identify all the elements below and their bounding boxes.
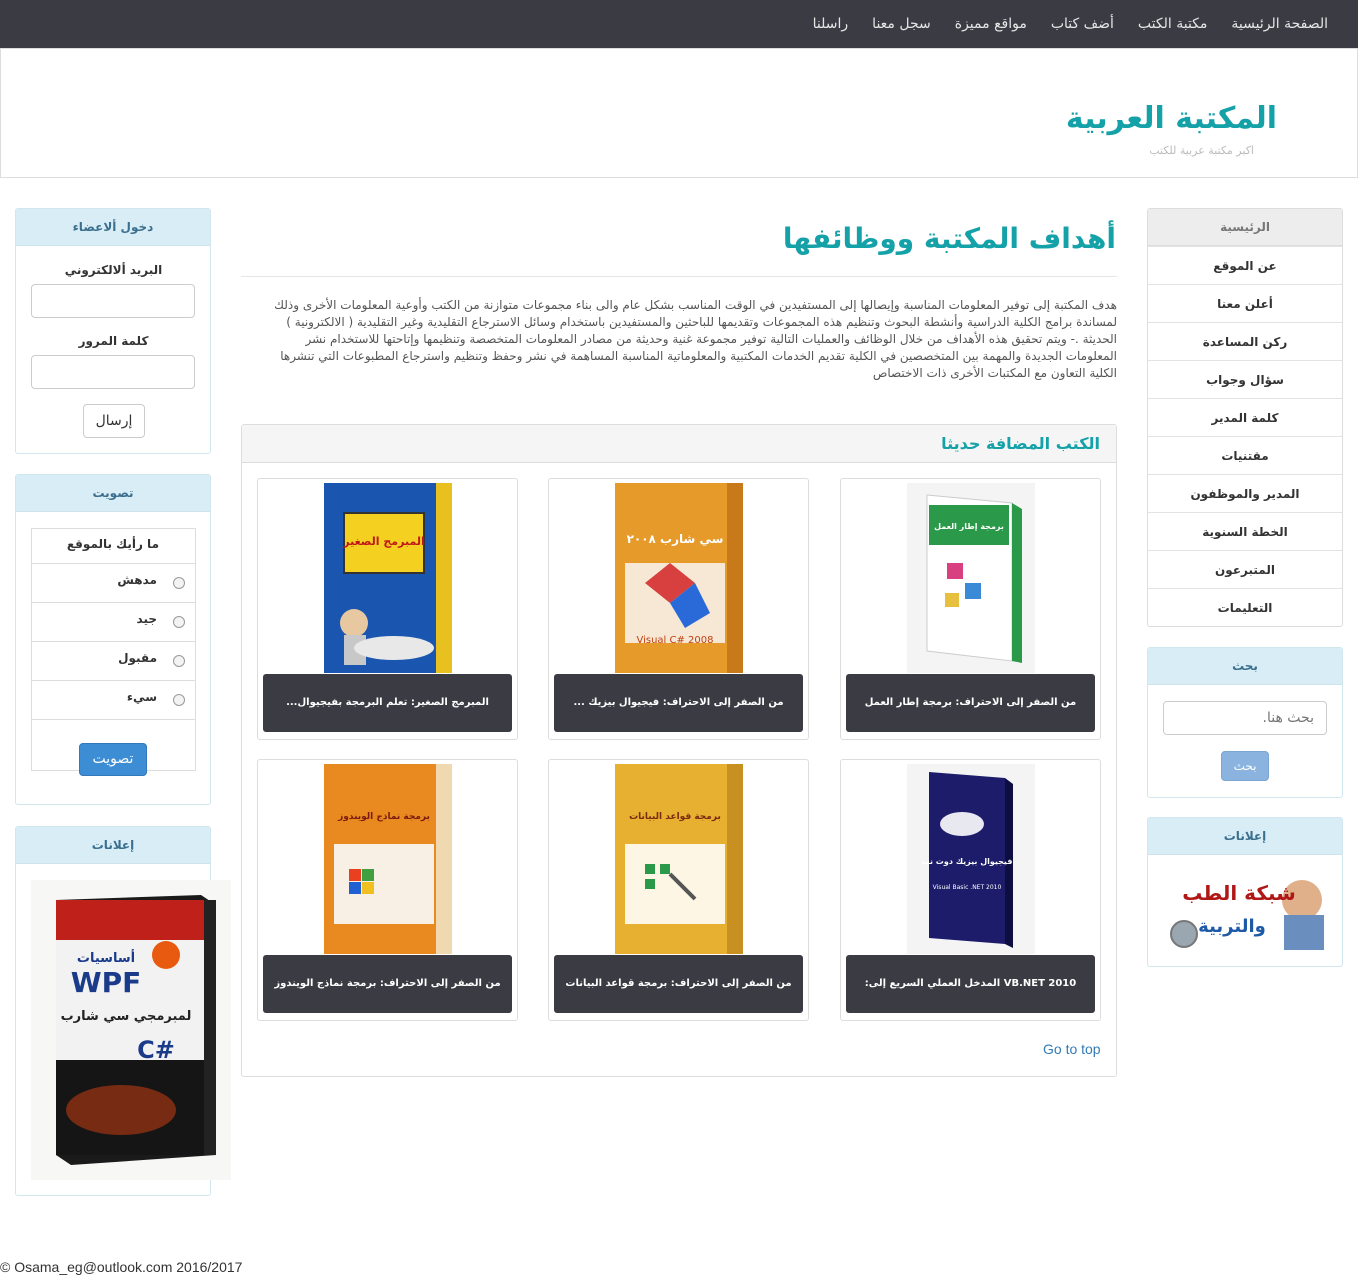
ads-panel-left: إعلانات أساسيات WPF لمبرمجي سي شارب C#: [15, 826, 231, 1196]
nav-contact[interactable]: راسلنا: [801, 16, 861, 32]
poll-box: ما رأيك بالموقع مدهش جيد مقبول سيء تصويت: [31, 528, 196, 776]
login-heading: دخول ألاعضاء: [16, 209, 210, 246]
book-card[interactable]: برمجة قواعد البيانات من الصفر إلى الاحتر…: [548, 759, 809, 1021]
main-menu-panel: الرئيسية عن الموقع أعلن معنا ركن المساعد…: [1147, 208, 1343, 627]
menu-item-annual-plan[interactable]: الخطة السنوية: [1148, 512, 1342, 550]
svg-text:Visual Basic .NET 2010: Visual Basic .NET 2010: [933, 884, 1002, 891]
recent-books-heading: الكتب المضافة حديثا: [242, 425, 1116, 463]
go-to-top-link[interactable]: Go to top: [1043, 1041, 1101, 1057]
footer-copyright: © Osama_eg@outlook.com 2016/2017: [0, 1259, 243, 1275]
book-caption[interactable]: من الصفر إلى الاحتراف: برمجة نماذج الوين…: [263, 955, 512, 1013]
book-card[interactable]: برمجة نماذج الويندوز من الصفر إلى الاحتر…: [257, 759, 518, 1021]
password-label: كلمة المرور: [78, 334, 149, 348]
book-card[interactable]: برمجة إطار العمل من الصفر إلى الاحتراف: …: [840, 478, 1101, 740]
nav-featured-sites[interactable]: مواقع مميزة: [943, 16, 1039, 32]
header-banner: المكتبة العربية اكبر مكتبة عربية للكتب: [0, 48, 1358, 178]
book-card[interactable]: فيجيوال بيزيك دوت نت Visual Basic .NET 2…: [840, 759, 1101, 1021]
site-subtitle: اكبر مكتبة عربية للكتب: [1149, 144, 1254, 157]
ad-book-cs: C#: [137, 1036, 175, 1064]
poll-option-row[interactable]: جيد: [32, 603, 195, 642]
book-card[interactable]: المبرمج الصغير المبرمج الصغير: تعلم البر…: [257, 478, 518, 740]
email-label: البريد ألالكتروني: [64, 263, 163, 277]
ad-text-1: شبكة الطب: [1182, 881, 1296, 905]
recent-books-panel: الكتب المضافة حديثا برمجة إطار العمل من …: [241, 424, 1117, 1077]
book-caption[interactable]: من الصفر إلى الاحتراف: فيجيوال بيزيك ...: [554, 674, 803, 732]
book-cover-image: برمجة إطار العمل: [907, 483, 1035, 673]
book-cover-image: سي شارب ٢٠٠٨ Visual C# 2008: [615, 483, 743, 673]
nav-library[interactable]: مكتبة الكتب: [1126, 16, 1220, 32]
book-cover-text: سي شارب ٢٠٠٨: [627, 532, 724, 546]
main-menu-heading: الرئيسية: [1148, 209, 1342, 246]
top-navbar: الصفحة الرئيسية مكتبة الكتب أضف كتاب موا…: [0, 0, 1358, 48]
book-cover-text: برمجة قواعد البيانات: [629, 812, 721, 822]
poll-question: ما رأيك بالموقع: [66, 537, 159, 551]
menu-item-donors[interactable]: المتبرعون: [1148, 550, 1342, 588]
search-heading: بحث: [1148, 648, 1342, 685]
book-caption[interactable]: VB.NET 2010 المدخل العملي السريع إلى:: [846, 955, 1095, 1013]
ad-book-title: أساسيات: [77, 949, 135, 966]
ad-banner-graphic: شبكة الطب والتربية: [1164, 870, 1326, 950]
book-cover-image: فيجيوال بيزيك دوت نت Visual Basic .NET 2…: [907, 764, 1035, 954]
poll-radio[interactable]: [173, 694, 185, 706]
ads-heading-left: إعلانات: [16, 827, 210, 864]
svg-text:Visual C# 2008: Visual C# 2008: [636, 635, 713, 646]
nav-home[interactable]: الصفحة الرئيسية: [1219, 16, 1340, 32]
poll-question-row: ما رأيك بالموقع: [32, 529, 195, 564]
poll-option-row[interactable]: مقبول: [32, 642, 195, 681]
poll-option-row[interactable]: مدهش: [32, 564, 195, 603]
poll-radio[interactable]: [173, 577, 185, 589]
vote-button[interactable]: تصويت: [79, 743, 147, 776]
ads-heading-right: إعلانات: [1148, 818, 1342, 855]
password-field[interactable]: [31, 355, 195, 389]
poll-radio[interactable]: [173, 616, 185, 628]
book-cover-text: فيجيوال بيزيك دوت نت: [922, 857, 1013, 866]
book-cover-text: برمجة نماذج الويندوز: [337, 812, 430, 822]
menu-item-holdings[interactable]: مقتنيات: [1148, 436, 1342, 474]
search-panel: بحث بحث: [1147, 647, 1343, 798]
book-caption[interactable]: من الصفر إلى الاحتراف: برمجة إطار العمل: [846, 674, 1095, 732]
search-button[interactable]: بحث: [1221, 751, 1269, 781]
menu-item-advertise[interactable]: أعلن معنا: [1148, 284, 1342, 322]
ad-book-graphic: أساسيات WPF لمبرمجي سي شارب C#: [31, 880, 231, 1180]
intro-paragraph: هدف المكتبة إلى توفير المعلومات المناسبة…: [274, 298, 1117, 380]
poll-option-label: جيد: [136, 612, 157, 626]
book-cover-image: برمجة نماذج الويندوز: [324, 764, 452, 954]
book-cover-text: المبرمج الصغير: [342, 535, 424, 548]
ad-book-big: WPF: [71, 966, 142, 999]
ad-text-2: والتربية: [1198, 916, 1266, 937]
menu-item-faq[interactable]: سؤال وجواب: [1148, 360, 1342, 398]
poll-radio[interactable]: [173, 655, 185, 667]
menu-item-help[interactable]: ركن المساعدة: [1148, 322, 1342, 360]
menu-item-instructions[interactable]: التعليمات: [1148, 588, 1342, 626]
menu-item-staff[interactable]: المدير والموظفون: [1148, 474, 1342, 512]
login-panel: دخول ألاعضاء البريد ألالكتروني كلمة المر…: [15, 208, 211, 454]
menu-item-about[interactable]: عن الموقع: [1148, 246, 1342, 284]
book-cover-image: المبرمج الصغير: [324, 483, 452, 673]
page-title: أهداف المكتبة ووظائفها: [782, 222, 1116, 255]
poll-option-label: مدهش: [117, 573, 157, 587]
title-divider: [241, 276, 1117, 277]
book-caption[interactable]: من الصفر إلى الاحتراف: برمجة قواعد البيا…: [554, 955, 803, 1013]
poll-option-label: مقبول: [118, 651, 157, 665]
login-submit-button[interactable]: إرسال: [83, 404, 145, 438]
menu-item-director-word[interactable]: كلمة المدير: [1148, 398, 1342, 436]
poll-option-label: سيء: [126, 690, 157, 704]
nav-add-book[interactable]: أضف كتاب: [1039, 16, 1126, 32]
email-field[interactable]: [31, 284, 195, 318]
ad-banner-medicine[interactable]: شبكة الطب والتربية: [1164, 870, 1326, 950]
site-title[interactable]: المكتبة العربية: [1066, 101, 1277, 136]
nav-register[interactable]: سجل معنا: [860, 16, 943, 32]
ad-book-sub: لمبرمجي سي شارب: [61, 1009, 192, 1024]
poll-option-row[interactable]: سيء: [32, 681, 195, 720]
book-card[interactable]: سي شارب ٢٠٠٨ Visual C# 2008 من الصفر إلى…: [548, 478, 809, 740]
book-cover-text: برمجة إطار العمل: [934, 522, 1004, 531]
book-cover-image: برمجة قواعد البيانات: [615, 764, 743, 954]
ads-panel-right: إعلانات شبكة الطب والتربية: [1147, 817, 1343, 967]
book-caption[interactable]: المبرمج الصغير: تعلم البرمجة بفيجيوال...: [263, 674, 512, 732]
poll-panel: تصويت ما رأيك بالموقع مدهش جيد مقبول سيء…: [15, 474, 211, 805]
search-input[interactable]: [1163, 701, 1327, 735]
poll-heading: تصويت: [16, 475, 210, 512]
ad-book-wpf[interactable]: أساسيات WPF لمبرمجي سي شارب C#: [31, 880, 231, 1180]
